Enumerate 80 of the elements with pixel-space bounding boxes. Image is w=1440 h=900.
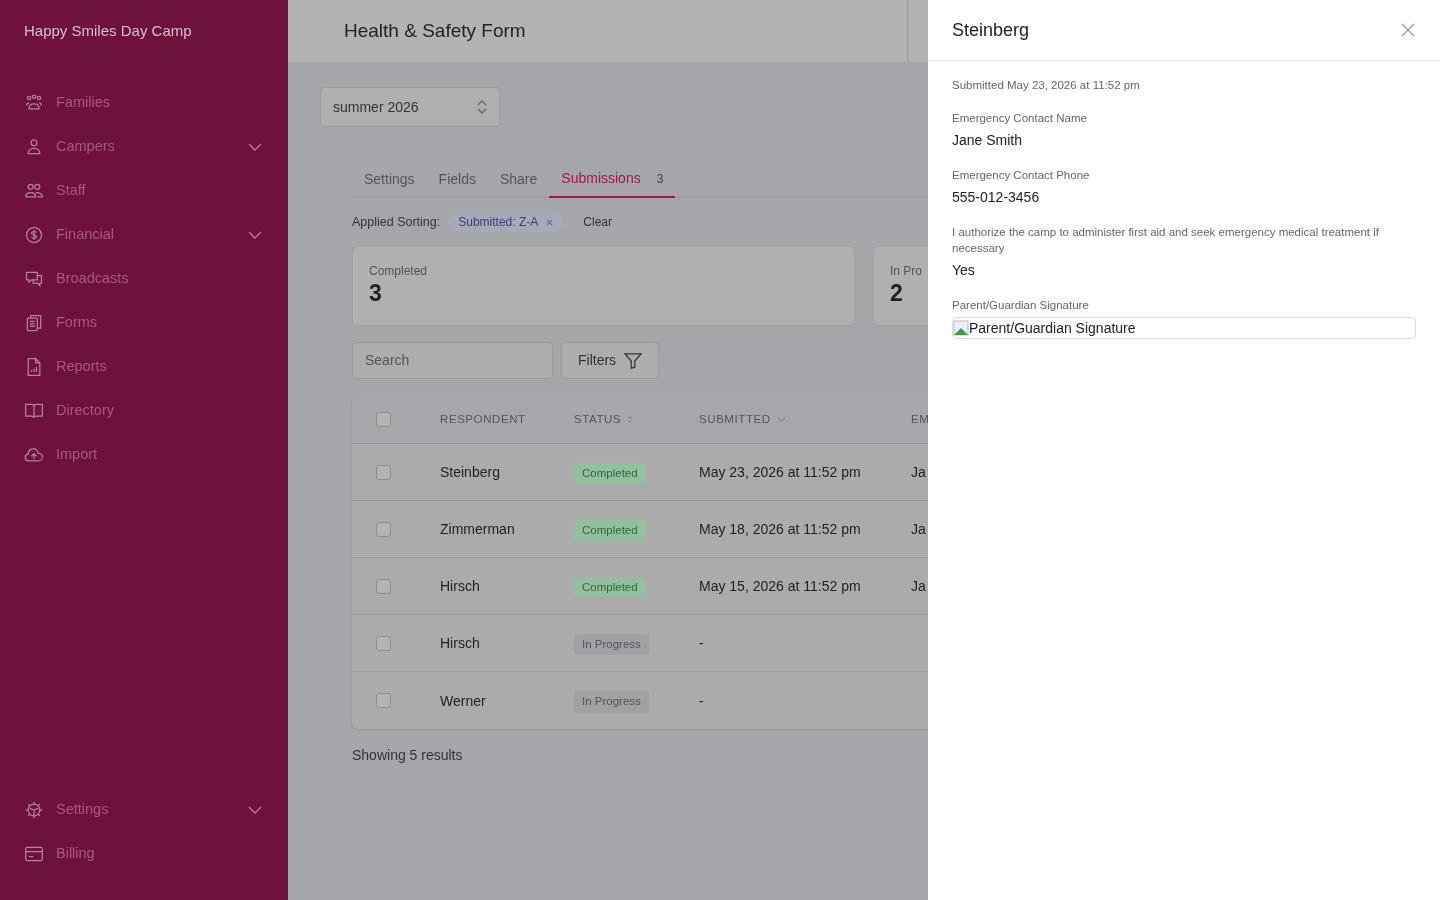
brand-name: Happy Smiles Day Camp bbox=[24, 21, 193, 42]
status-badge: Completed bbox=[574, 519, 646, 542]
filter-icon bbox=[624, 352, 643, 369]
cloud-upload-icon bbox=[24, 445, 44, 465]
tab[interactable]: Fields bbox=[426, 161, 488, 198]
page-title: Health & Safety Form bbox=[344, 18, 526, 43]
column-header[interactable]: EM bbox=[911, 410, 928, 429]
table-cell: Steinberg bbox=[440, 464, 500, 480]
table-cell: - bbox=[699, 635, 704, 651]
results-count: Showing 5 results bbox=[352, 746, 464, 765]
submitted-date: Submitted May 23, 2026 at 11:52 pm bbox=[952, 78, 1141, 93]
tab[interactable]: Share bbox=[487, 161, 550, 198]
dollar-icon bbox=[24, 225, 44, 245]
field-label: Emergency Contact Name bbox=[952, 111, 1088, 127]
close-icon[interactable] bbox=[546, 218, 554, 226]
table-cell: May 18, 2026 at 11:52 pm bbox=[699, 521, 861, 537]
checkbox[interactable] bbox=[376, 412, 391, 427]
table-cell: Hirsch bbox=[440, 635, 480, 651]
stat-label: Completed bbox=[369, 263, 429, 279]
column-header[interactable]: STATUS bbox=[574, 410, 622, 429]
table-cell: - bbox=[699, 692, 704, 709]
nav-item[interactable]: Financial bbox=[24, 213, 264, 257]
field-label: Parent/Guardian Signature bbox=[952, 298, 1090, 314]
table-cell: Hirsch bbox=[440, 578, 480, 594]
nav-item[interactable]: Staff bbox=[24, 169, 264, 213]
broken-image: Parent/Guardian Signature bbox=[952, 317, 1416, 340]
checkbox[interactable] bbox=[376, 464, 391, 480]
status-badge: Completed bbox=[574, 576, 646, 599]
table-cell: Ja bbox=[911, 521, 926, 537]
chat-icon bbox=[24, 269, 44, 289]
nav-item[interactable]: Campers bbox=[24, 125, 264, 169]
field-value: Yes bbox=[952, 261, 976, 281]
stat-label: In Pro bbox=[890, 263, 923, 279]
nav-item[interactable]: Import bbox=[24, 433, 264, 477]
nav-item[interactable]: Forms bbox=[24, 301, 264, 345]
status-badge: In Progress bbox=[574, 633, 649, 656]
field-value: 555-012-3456 bbox=[952, 188, 1041, 208]
field-value: Jane Smith bbox=[952, 131, 1024, 151]
clear-button[interactable]: Clear bbox=[583, 213, 612, 231]
table-cell: Ja bbox=[911, 464, 926, 480]
column-header[interactable]: SUBMITTED bbox=[699, 410, 771, 429]
gear-icon bbox=[24, 800, 44, 820]
table-cell: May 15, 2026 at 11:52 pm bbox=[699, 578, 861, 594]
sorting-label: Applied Sorting: bbox=[352, 213, 441, 231]
field-label: Emergency Contact Phone bbox=[952, 168, 1091, 184]
broken-image-icon bbox=[953, 320, 969, 337]
up-down-icon bbox=[477, 99, 487, 115]
clipboard-icon bbox=[24, 313, 44, 333]
close-icon[interactable] bbox=[1400, 22, 1416, 38]
checkbox[interactable] bbox=[376, 521, 391, 537]
nav-item[interactable]: Settings bbox=[24, 788, 264, 832]
book-icon bbox=[24, 401, 44, 421]
checkbox[interactable] bbox=[376, 635, 391, 651]
card-icon bbox=[24, 844, 44, 864]
search-field[interactable]: Search bbox=[352, 342, 553, 379]
status-badge: In Progress bbox=[574, 691, 649, 713]
tab[interactable]: Settings bbox=[352, 161, 427, 198]
filters-button[interactable]: Filters bbox=[561, 342, 660, 379]
stat-value: 3 bbox=[369, 279, 383, 307]
drawer-title: Steinberg bbox=[952, 18, 1030, 42]
checkbox[interactable] bbox=[376, 578, 391, 594]
table-cell: Ja bbox=[911, 578, 926, 594]
chevron-down-icon bbox=[776, 417, 786, 422]
nav-item[interactable]: Billing bbox=[24, 832, 264, 876]
stat-value: 2 bbox=[890, 279, 904, 307]
nav-item[interactable]: Directory bbox=[24, 389, 264, 433]
status-badge: Completed bbox=[574, 462, 646, 485]
nav-item[interactable]: Reports bbox=[24, 345, 264, 389]
season-select[interactable]: summer 2026 bbox=[320, 87, 500, 127]
nav-item[interactable]: Broadcasts bbox=[24, 257, 264, 301]
sort-chip[interactable]: Submitted: Z-A bbox=[448, 212, 564, 232]
column-header[interactable]: RESPONDENT bbox=[440, 410, 526, 429]
table-cell: Zimmerman bbox=[440, 521, 515, 537]
table-cell: Werner bbox=[440, 692, 486, 709]
table-cell: May 23, 2026 at 11:52 pm bbox=[699, 464, 861, 480]
checkbox[interactable] bbox=[376, 693, 391, 708]
nav-item[interactable]: Families bbox=[24, 81, 264, 125]
field-label: I authorize the camp to administer first aid and seek emergency medical treatment if necessary bbox=[952, 225, 1380, 257]
tab[interactable]: Submissions 3 bbox=[549, 161, 676, 198]
sort-icon bbox=[627, 415, 634, 424]
